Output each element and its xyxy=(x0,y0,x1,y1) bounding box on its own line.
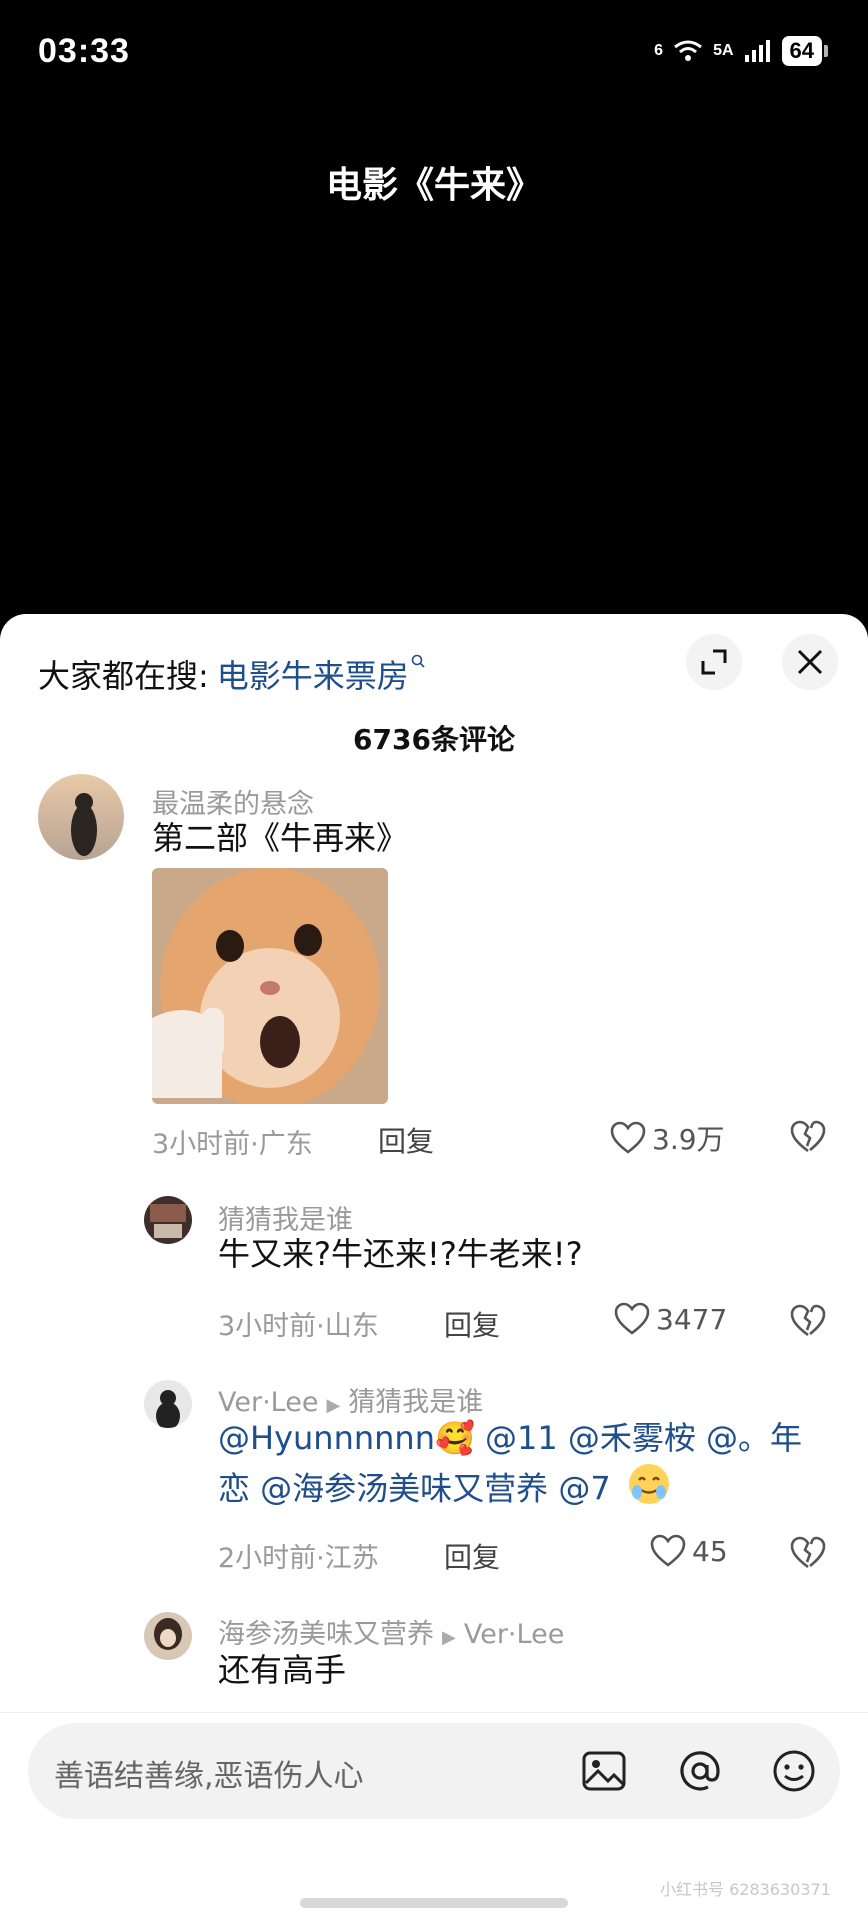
trending-search[interactable]: 大家都在搜: 电影牛来票房 xyxy=(38,644,868,704)
image-icon xyxy=(582,1751,626,1791)
close-button[interactable] xyxy=(782,634,838,690)
close-icon xyxy=(797,649,823,675)
avatar[interactable] xyxy=(144,1196,192,1244)
image-button[interactable] xyxy=(576,1743,632,1799)
trending-label: 大家都在搜: xyxy=(38,657,209,695)
avatar[interactable] xyxy=(144,1612,192,1660)
home-indicator[interactable] xyxy=(300,1898,568,1908)
reply-target[interactable]: Ver·Lee xyxy=(464,1619,564,1650)
status-time: 03:33 xyxy=(38,32,130,70)
broken-heart-icon xyxy=(790,1536,826,1569)
at-icon xyxy=(680,1751,720,1791)
dislike-button[interactable] xyxy=(790,1536,826,1574)
status-icons: 6 5A 64 xyxy=(654,36,828,66)
like-button[interactable]: 3.9万 xyxy=(610,1118,725,1158)
expand-button[interactable] xyxy=(686,634,742,690)
battery-icon: 64 xyxy=(781,36,828,66)
reply-button[interactable]: 回复 xyxy=(378,1120,434,1160)
smiley-icon xyxy=(773,1750,815,1792)
broken-heart-icon xyxy=(790,1304,826,1337)
search-icon xyxy=(411,652,425,673)
heart-icon xyxy=(650,1534,686,1567)
reply-text: 牛又来?牛还来!?牛老来!? xyxy=(218,1235,583,1273)
reply-text[interactable]: @Hyunnnnnn🥰 @11 @禾雾桉 @。年 xyxy=(218,1414,802,1462)
reply-button[interactable]: 回复 xyxy=(444,1304,500,1344)
emoji-icon xyxy=(627,1462,671,1519)
like-button[interactable]: 45 xyxy=(650,1534,728,1568)
comment-input[interactable]: 善语结善缘,恶语伤人心 xyxy=(28,1723,840,1819)
dislike-button[interactable] xyxy=(790,1304,826,1342)
like-count: 45 xyxy=(692,1534,728,1568)
comment-input-placeholder: 善语结善缘,恶语伤人心 xyxy=(54,1759,364,1794)
like-button[interactable]: 3477 xyxy=(614,1302,727,1336)
comment-count: 6736条评论 xyxy=(353,723,515,756)
reply-text: 还有高手 xyxy=(218,1651,347,1689)
network-label: 6 xyxy=(654,42,664,59)
network-label-5a: 5A xyxy=(713,42,734,59)
signal-icon xyxy=(744,40,770,62)
heart-icon xyxy=(614,1302,650,1335)
reply-meta: 3小时前·山东 xyxy=(218,1311,379,1342)
comment-sticker-image[interactable] xyxy=(152,868,388,1104)
battery-level: 64 xyxy=(781,36,822,66)
expand-icon xyxy=(701,649,727,675)
comment-text: 第二部《牛再来》 xyxy=(152,819,409,857)
mention-button[interactable] xyxy=(672,1743,728,1799)
video-title: 电影《牛来》 xyxy=(325,165,542,206)
dislike-button[interactable] xyxy=(790,1120,826,1158)
avatar[interactable] xyxy=(144,1380,192,1428)
like-count: 3.9万 xyxy=(652,1123,725,1156)
reply-text-line2: 恋 @海参汤美味又营养 @7 xyxy=(218,1462,671,1519)
heart-icon xyxy=(610,1121,646,1154)
wifi-icon xyxy=(674,40,702,61)
emoji-button[interactable] xyxy=(766,1743,822,1799)
reply-button[interactable]: 回复 xyxy=(444,1536,500,1576)
comment-meta: 3小时前·广东 xyxy=(152,1129,313,1160)
avatar[interactable] xyxy=(38,774,124,860)
watermark: 小红书号 6283630371 xyxy=(660,1880,831,1899)
reply-arrow-icon: ▶ xyxy=(326,1395,341,1416)
status-bar: 03:33 6 5A 64 xyxy=(0,0,868,110)
reply-meta: 2小时前·江苏 xyxy=(218,1543,379,1574)
broken-heart-icon xyxy=(790,1120,826,1153)
trending-term[interactable]: 电影牛来票房 xyxy=(217,651,409,697)
reply-arrow-icon: ▶ xyxy=(442,1627,456,1648)
like-count: 3477 xyxy=(656,1302,728,1336)
